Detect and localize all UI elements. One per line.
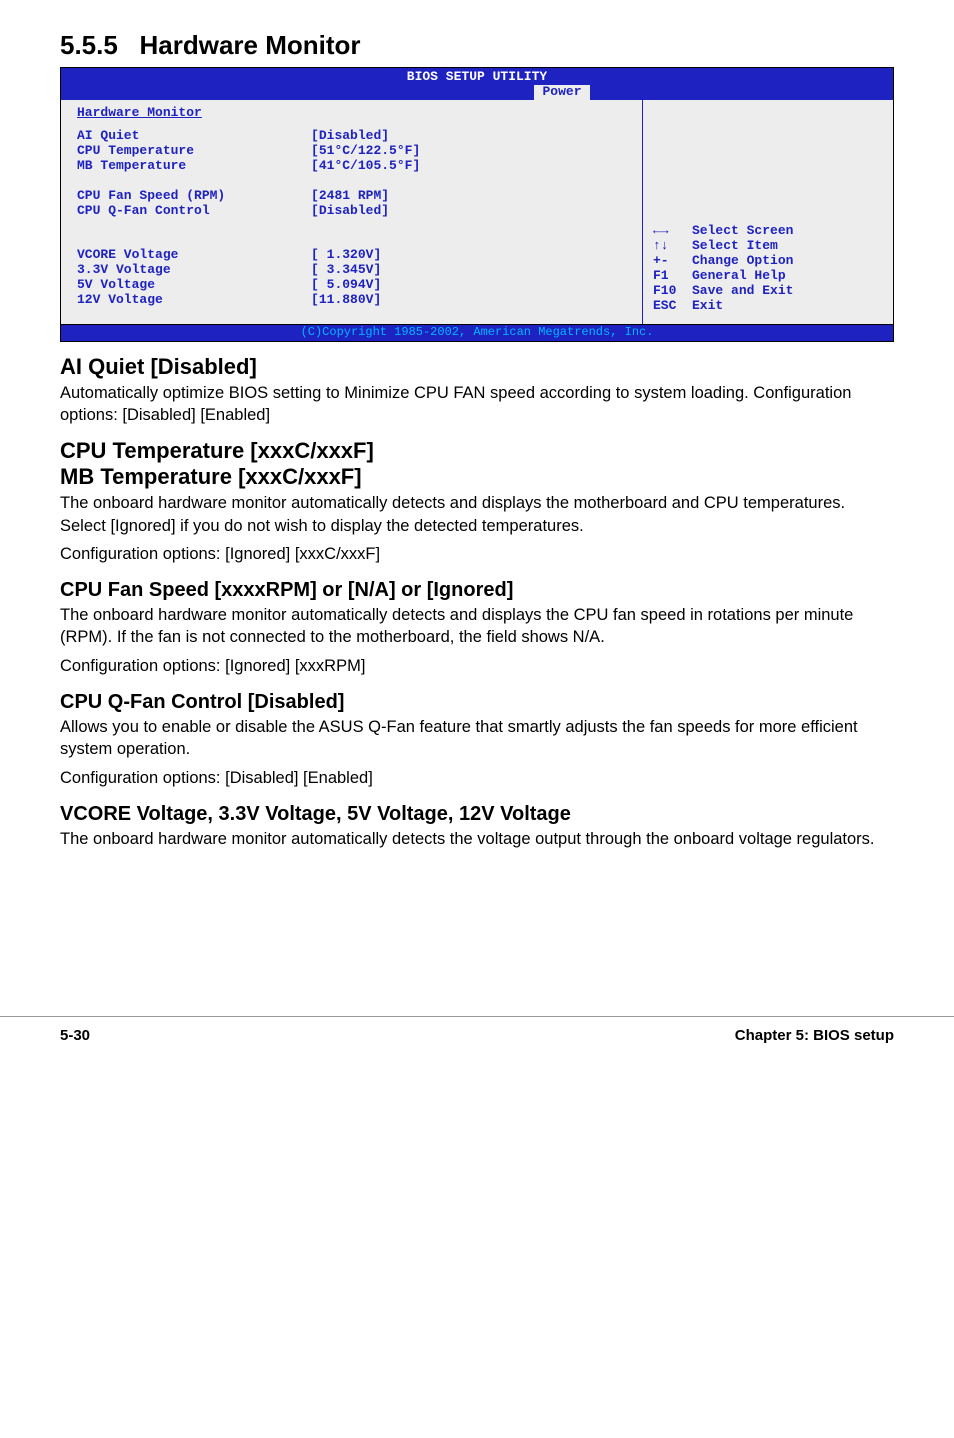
bios-setting-row: [77, 174, 626, 189]
bios-left-panel: Hardware Monitor AI Quiet [Disabled]CPU …: [61, 100, 642, 324]
bios-help-row: F1 General Help: [653, 269, 883, 284]
voltage-body: The onboard hardware monitor automatical…: [60, 828, 894, 850]
bios-titlebar: BIOS SETUP UTILITY Power: [61, 68, 893, 100]
fan-speed-heading: CPU Fan Speed [xxxxRPM] or [N/A] or [Ign…: [60, 579, 894, 602]
voltage-heading: VCORE Voltage, 3.3V Voltage, 5V Voltage,…: [60, 803, 894, 826]
bios-copyright: (C)Copyright 1985-2002, American Megatre…: [61, 324, 893, 341]
bios-screenshot: BIOS SETUP UTILITY Power Hardware Monito…: [60, 67, 894, 342]
bios-help-row: +- Change Option: [653, 254, 883, 269]
bios-tab-power: Power: [534, 85, 589, 100]
bios-setting-row: [77, 233, 626, 248]
section-title: Hardware Monitor: [140, 30, 361, 60]
bios-help-row: ESC Exit: [653, 299, 883, 314]
section-heading: 5.5.5 Hardware Monitor: [60, 30, 894, 61]
bios-panel-header: Hardware Monitor: [77, 106, 626, 121]
footer-chapter: Chapter 5: BIOS setup: [735, 1027, 894, 1044]
bios-help-row: ↑↓ Select Item: [653, 239, 883, 254]
bios-setting-row: [77, 218, 626, 233]
bios-help-panel: ←→ Select Screen↑↓ Select Item+- Change …: [642, 100, 893, 324]
bios-setting-row: MB Temperature [41°C/105.5°F]: [77, 159, 626, 174]
ai-quiet-body: Automatically optimize BIOS setting to M…: [60, 382, 894, 427]
qfan-body-1: Allows you to enable or disable the ASUS…: [60, 716, 894, 761]
bios-setting-row: CPU Q-Fan Control [Disabled]: [77, 204, 626, 219]
mb-temp-heading: MB Temperature [xxxC/xxxF]: [60, 464, 894, 490]
bios-setting-row: 3.3V Voltage [ 3.345V]: [77, 263, 626, 278]
bios-setting-row: 12V Voltage [11.880V]: [77, 293, 626, 308]
page-footer: 5-30 Chapter 5: BIOS setup: [0, 1016, 954, 1044]
section-number: 5.5.5: [60, 30, 118, 60]
fan-speed-body-2: Configuration options: [Ignored] [xxxRPM…: [60, 655, 894, 677]
fan-speed-body-1: The onboard hardware monitor automatical…: [60, 604, 894, 649]
temp-body-2: Configuration options: [Ignored] [xxxC/x…: [60, 543, 894, 565]
bios-setting-row: 5V Voltage [ 5.094V]: [77, 278, 626, 293]
cpu-temp-heading: CPU Temperature [xxxC/xxxF]: [60, 438, 894, 464]
bios-help-row: F10 Save and Exit: [653, 284, 883, 299]
bios-title: BIOS SETUP UTILITY: [407, 70, 547, 85]
bios-setting-row: VCORE Voltage [ 1.320V]: [77, 248, 626, 263]
bios-setting-row: CPU Temperature [51°C/122.5°F]: [77, 144, 626, 159]
bios-setting-row: AI Quiet [Disabled]: [77, 129, 626, 144]
bios-setting-row: CPU Fan Speed (RPM) [2481 RPM]: [77, 189, 626, 204]
footer-page-number: 5-30: [60, 1027, 90, 1044]
ai-quiet-heading: AI Quiet [Disabled]: [60, 354, 894, 380]
bios-help-row: ←→ Select Screen: [653, 224, 883, 239]
qfan-body-2: Configuration options: [Disabled] [Enabl…: [60, 767, 894, 789]
qfan-heading: CPU Q-Fan Control [Disabled]: [60, 691, 894, 714]
temp-body-1: The onboard hardware monitor automatical…: [60, 492, 894, 537]
